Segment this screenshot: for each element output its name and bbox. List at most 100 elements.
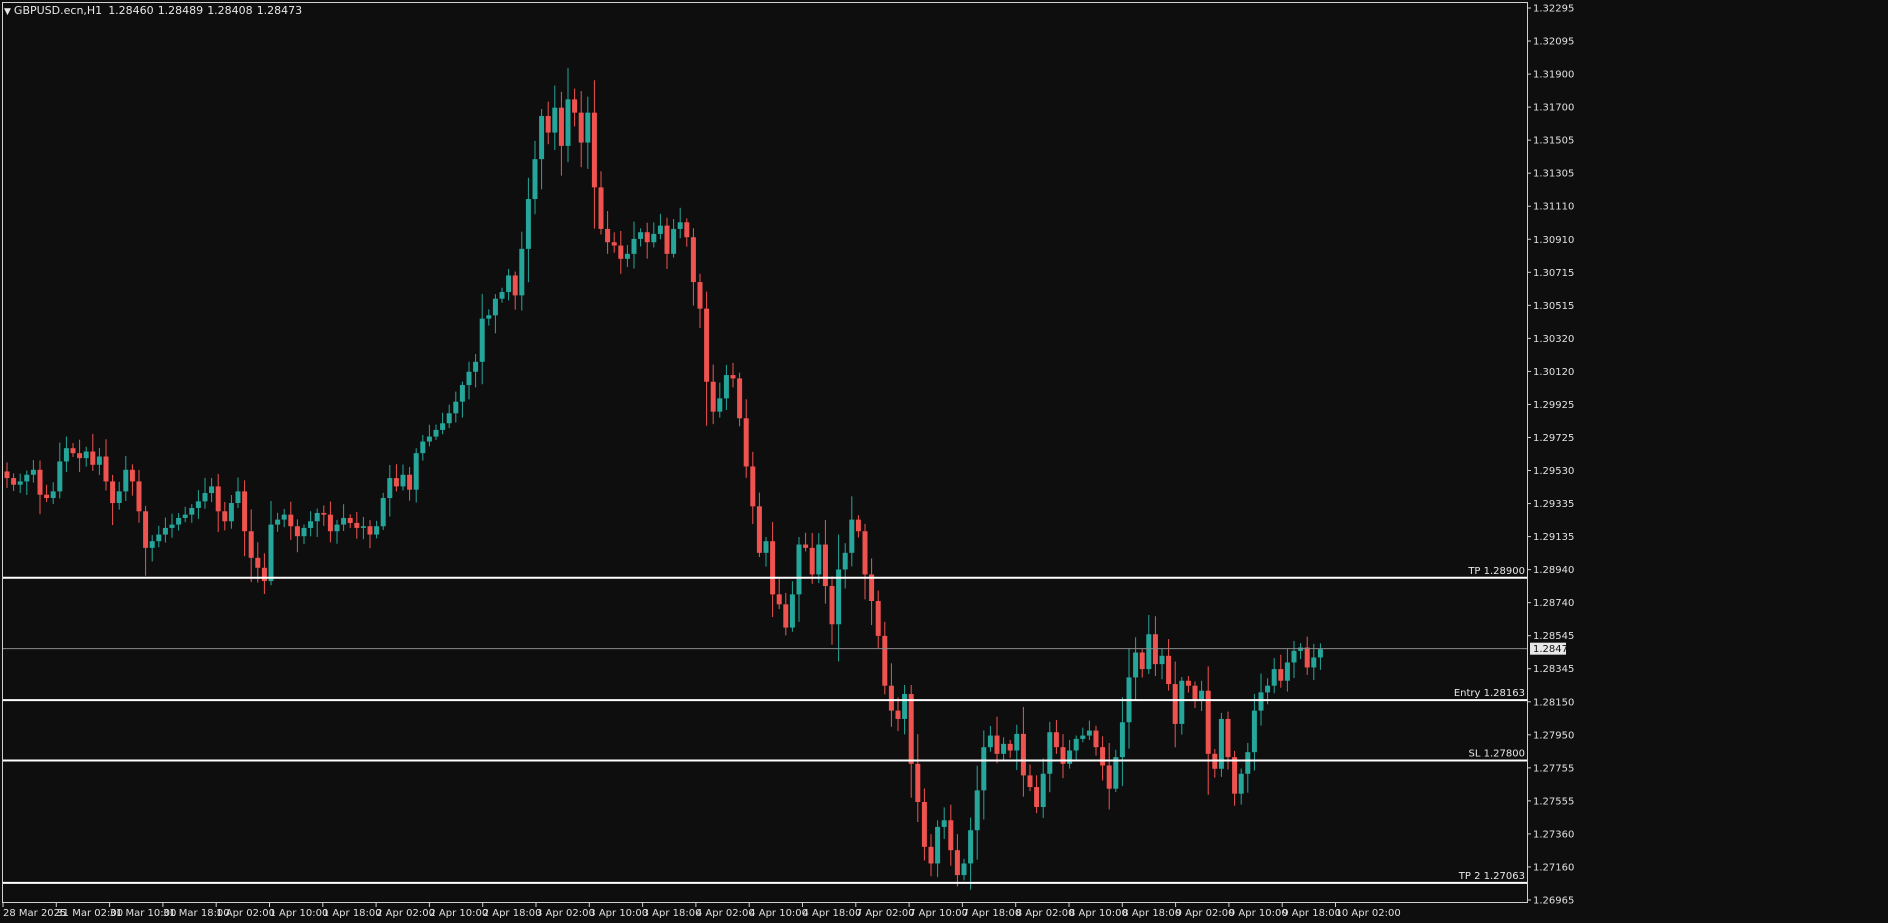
candle-body bbox=[902, 694, 908, 719]
candle-body bbox=[506, 275, 512, 293]
candle-body bbox=[1001, 743, 1007, 754]
candle-body bbox=[1238, 773, 1244, 794]
candle-body bbox=[875, 601, 881, 636]
candle-body bbox=[433, 429, 439, 437]
candle-body bbox=[664, 225, 670, 254]
candle-body bbox=[149, 541, 155, 548]
candle-body bbox=[1146, 634, 1152, 670]
candle-body bbox=[209, 486, 215, 494]
price-tick-label: 1.29135 bbox=[1533, 532, 1574, 543]
candle-body bbox=[974, 790, 980, 831]
candle-body bbox=[37, 469, 43, 495]
candle-body bbox=[743, 418, 749, 467]
candle-body bbox=[473, 361, 479, 372]
candle-body bbox=[492, 298, 498, 316]
candle-body bbox=[1271, 669, 1277, 686]
candle-body bbox=[624, 253, 630, 259]
candle-body bbox=[189, 507, 195, 515]
price-tick-label: 1.27160 bbox=[1533, 862, 1574, 873]
candle-body bbox=[968, 830, 974, 864]
candle-body bbox=[1258, 692, 1264, 711]
candle-body bbox=[572, 99, 578, 113]
candle-body bbox=[671, 228, 677, 254]
candle-body bbox=[908, 694, 914, 764]
candle-body bbox=[842, 552, 848, 570]
candle-body bbox=[308, 521, 314, 528]
time-tick-label: 4 Apr 02:00 bbox=[696, 908, 755, 919]
candle-body bbox=[921, 801, 927, 847]
candle-body bbox=[202, 493, 208, 502]
candle-body bbox=[723, 375, 729, 399]
candle-body bbox=[44, 494, 50, 499]
level-label: Entry 1.28163 bbox=[1454, 688, 1525, 699]
price-tick-label: 1.32095 bbox=[1533, 37, 1574, 48]
level-label: TP 1.28900 bbox=[1467, 566, 1525, 577]
candle-body bbox=[684, 222, 690, 238]
candle-body bbox=[1014, 733, 1020, 751]
candle-body bbox=[1073, 738, 1079, 751]
candle-body bbox=[70, 448, 76, 454]
candle-body bbox=[387, 478, 393, 499]
candlestick-chart[interactable]: 1.32295 1.32095 1.31900 1.31700 1.31505 1.313… bbox=[0, 0, 1888, 923]
candle-body bbox=[598, 187, 604, 229]
candle-body bbox=[657, 225, 663, 234]
price-tick-label: 1.29925 bbox=[1533, 400, 1574, 411]
candle-body bbox=[631, 238, 637, 254]
candle-body bbox=[809, 547, 815, 575]
chart-window[interactable]: ▼ GBPUSD.ecn,H1 1.28460 1.28489 1.28408 1.284… bbox=[0, 0, 1888, 923]
candle-body bbox=[545, 115, 551, 133]
candle-body bbox=[532, 159, 538, 200]
candle-body bbox=[195, 501, 201, 508]
price-tick-label: 1.29335 bbox=[1533, 499, 1574, 510]
candle-body bbox=[334, 524, 340, 532]
level-label: TP 2 1.27063 bbox=[1458, 871, 1525, 882]
candle-body bbox=[11, 478, 17, 485]
candle-body bbox=[242, 491, 248, 532]
time-tick-label: 4 Apr 10:00 bbox=[749, 908, 808, 919]
candle-body bbox=[275, 519, 281, 525]
candle-body bbox=[228, 503, 234, 522]
time-tick-label: 3 Apr 02:00 bbox=[536, 908, 595, 919]
candle-body bbox=[1027, 775, 1033, 788]
candle-body bbox=[1100, 747, 1106, 766]
price-tick-label: 1.27950 bbox=[1533, 730, 1574, 741]
candle-body bbox=[1284, 662, 1290, 681]
candle-body bbox=[915, 763, 921, 802]
price-tick-label: 1.30910 bbox=[1533, 235, 1574, 246]
candle-body bbox=[426, 436, 432, 442]
time-tick-label: 8 Apr 18:00 bbox=[1122, 908, 1181, 919]
candle-body bbox=[677, 222, 683, 229]
candle-body bbox=[143, 511, 149, 548]
candle-body bbox=[756, 506, 762, 553]
candle-body bbox=[24, 474, 30, 482]
candle-body bbox=[321, 512, 327, 515]
candle-body bbox=[281, 514, 287, 520]
candle-body bbox=[1053, 732, 1059, 748]
current-price-label: 1.28473 bbox=[1533, 644, 1574, 655]
candle-body bbox=[1179, 680, 1185, 724]
candle-body bbox=[1119, 722, 1125, 758]
time-tick-label: 8 Apr 02:00 bbox=[1016, 908, 1075, 919]
candle-body bbox=[737, 378, 743, 419]
candle-body bbox=[770, 541, 776, 595]
candle-body bbox=[393, 478, 399, 487]
candle-body bbox=[1093, 730, 1099, 748]
candle-body bbox=[466, 371, 472, 386]
candle-body bbox=[519, 248, 525, 296]
time-tick-label: 9 Apr 10:00 bbox=[1229, 908, 1288, 919]
time-tick-label: 2 Apr 02:00 bbox=[376, 908, 435, 919]
candle-body bbox=[77, 453, 83, 459]
candle-body bbox=[1047, 732, 1053, 774]
candle-body bbox=[1311, 657, 1317, 668]
price-tick-label: 1.27360 bbox=[1533, 829, 1574, 840]
time-tick-label: 7 Apr 02:00 bbox=[856, 908, 915, 919]
candle-body bbox=[763, 541, 769, 553]
candle-body bbox=[558, 107, 564, 146]
candle-body bbox=[182, 514, 188, 518]
candle-body bbox=[803, 544, 809, 548]
candle-body bbox=[83, 451, 89, 459]
candle-body bbox=[1106, 765, 1112, 789]
candle-body bbox=[268, 524, 274, 582]
price-tick-label: 1.30320 bbox=[1533, 334, 1574, 345]
candle-body bbox=[30, 469, 36, 475]
